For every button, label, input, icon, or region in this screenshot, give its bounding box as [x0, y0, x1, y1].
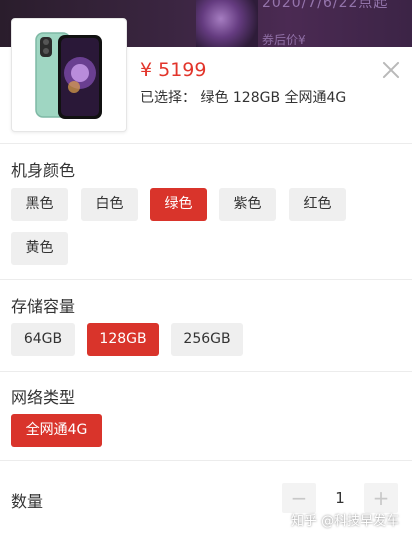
phone-thumbnail-icon: [35, 32, 102, 119]
background-phone-image: [196, 0, 258, 47]
section-title-network: 网络类型: [11, 388, 76, 407]
divider: [0, 279, 412, 280]
section-title-color: 机身颜色: [11, 161, 76, 180]
selected-summary: 已选择： 绿色 128GB 全网通4G: [140, 90, 347, 106]
option-color-red[interactable]: 红色: [289, 188, 346, 221]
zhihu-watermark: 知乎 @科技早发车: [291, 514, 400, 529]
quantity-decrease-button[interactable]: −: [282, 483, 316, 513]
divider: [0, 143, 412, 144]
product-price: ¥ 5199: [140, 59, 207, 81]
option-color-green[interactable]: 绿色: [150, 188, 207, 221]
option-color-black[interactable]: 黑色: [11, 188, 68, 221]
quantity-value[interactable]: 1: [316, 483, 364, 513]
option-storage-256gb[interactable]: 256GB: [171, 323, 243, 356]
background-price-text: 券后价¥: [262, 33, 306, 47]
section-title-storage: 存储容量: [11, 297, 76, 316]
close-icon[interactable]: [380, 59, 402, 81]
option-storage-128gb[interactable]: 128GB: [87, 323, 159, 356]
divider: [0, 371, 412, 372]
product-thumbnail: [11, 18, 127, 132]
background-date-text: 2020/7/6/22点起: [262, 0, 389, 11]
option-storage-64gb[interactable]: 64GB: [11, 323, 75, 356]
quantity-increase-button[interactable]: +: [364, 483, 398, 513]
option-color-purple[interactable]: 紫色: [219, 188, 276, 221]
sku-selector-sheet: ¥ 5199 已选择： 绿色 128GB 全网通4G 机身颜色 黑色 白色 绿色…: [0, 18, 412, 537]
option-color-white[interactable]: 白色: [81, 188, 138, 221]
option-network-4g[interactable]: 全网通4G: [11, 414, 102, 447]
option-color-yellow[interactable]: 黄色: [11, 232, 68, 265]
divider: [0, 460, 412, 461]
quantity-label: 数量: [11, 492, 44, 511]
